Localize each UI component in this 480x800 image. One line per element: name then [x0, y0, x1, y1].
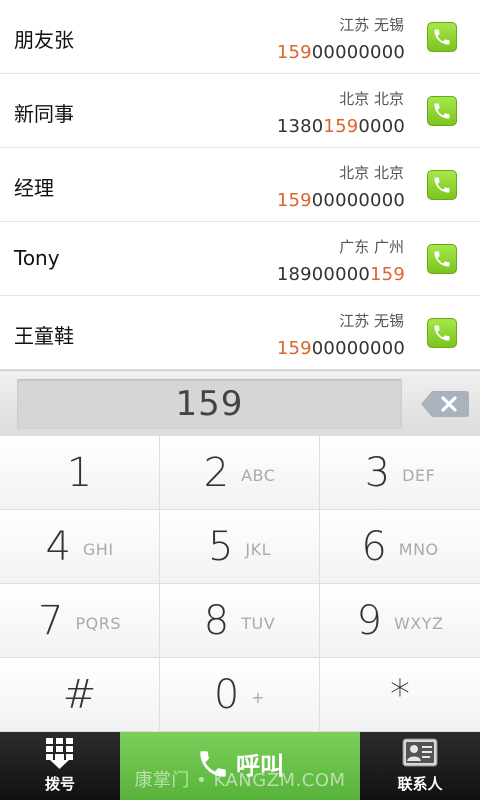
dialpad-icon [46, 738, 73, 769]
contact-location: 江苏 无锡 [339, 312, 404, 330]
tab-contacts-label: 联系人 [397, 775, 443, 793]
dial-number-field[interactable]: 159 [17, 379, 402, 429]
phone-icon [200, 750, 226, 777]
call-contact-button[interactable] [427, 318, 457, 348]
key-star[interactable]: * [320, 658, 480, 732]
key-hash[interactable]: # [0, 658, 160, 732]
key-digit: 8 [203, 597, 230, 644]
contact-number: 15900000000 [276, 42, 405, 63]
key-2[interactable]: 2 ABC [160, 436, 320, 510]
contact-row[interactable]: 新同事 北京 北京 13801590000 [0, 74, 480, 148]
tab-contacts[interactable]: 联系人 [360, 732, 480, 800]
bottom-action-bar: 拨号 呼叫 联系人 [0, 732, 480, 800]
call-button-label: 呼叫 [236, 752, 284, 780]
phone-icon [434, 29, 450, 45]
contact-row[interactable]: Tony 广东 广州 18900000159 [0, 222, 480, 296]
phone-icon [434, 177, 450, 193]
key-digit: 3 [364, 449, 391, 496]
key-digit: 7 [38, 597, 64, 644]
key-5[interactable]: 5 JKL [160, 510, 320, 584]
key-digit: 6 [361, 523, 387, 570]
contact-row[interactable]: 经理 北京 北京 15900000000 [0, 148, 480, 222]
key-letters: WXYZ [393, 614, 444, 633]
key-digit: 9 [356, 597, 382, 644]
key-digit: 1 [66, 449, 93, 496]
call-contact-button[interactable] [427, 170, 457, 200]
key-digit: 5 [207, 523, 234, 570]
backspace-button[interactable] [420, 389, 470, 419]
key-letters: ABC [241, 466, 276, 485]
phone-icon [434, 103, 450, 119]
contact-location: 北京 北京 [339, 164, 404, 182]
key-digit: 2 [203, 449, 230, 496]
call-contact-button[interactable] [427, 96, 457, 126]
call-button[interactable]: 呼叫 [120, 732, 360, 800]
key-digit: * [390, 671, 410, 718]
key-4[interactable]: 4 GHI [0, 510, 160, 584]
contact-location: 北京 北京 [339, 90, 404, 108]
key-digit: # [62, 671, 97, 718]
backspace-icon [421, 391, 469, 417]
contact-row[interactable]: 王童鞋 江苏 无锡 15900000000 [0, 296, 480, 370]
key-letters: + [251, 688, 266, 707]
contact-name: 新同事 [14, 102, 74, 126]
key-9[interactable]: 9 WXYZ [320, 584, 480, 658]
key-letters: TUV [241, 614, 276, 633]
key-8[interactable]: 8 TUV [160, 584, 320, 658]
dial-input-bar: 159 [0, 370, 480, 437]
contact-location: 江苏 无锡 [339, 16, 404, 34]
contact-number: 15900000000 [276, 338, 405, 359]
key-digit: 0 [213, 671, 240, 718]
contact-location: 广东 广州 [339, 238, 404, 256]
key-letters: MNO [398, 540, 439, 559]
dial-keypad: 1 2 ABC 3 DEF 4 GHI 5 JKL 6 MNO 7 PQRS 8 TUV 9W… [0, 436, 480, 732]
phone-icon [434, 325, 450, 341]
contact-number: 13801590000 [276, 116, 405, 137]
key-0[interactable]: 0 + [160, 658, 320, 732]
contact-number: 15900000000 [276, 190, 405, 211]
tab-dialpad-label: 拨号 [44, 775, 75, 793]
key-7[interactable]: 7 PQRS [0, 584, 160, 658]
key-1[interactable]: 1 [0, 436, 160, 510]
key-letters: PQRS [75, 614, 121, 633]
key-digit: 4 [45, 523, 71, 570]
key-6[interactable]: 6 MNO [320, 510, 480, 584]
call-contact-button[interactable] [427, 244, 457, 274]
phone-icon [434, 251, 450, 267]
contact-row[interactable]: 朋友张 江苏 无锡 15900000000 [0, 0, 480, 74]
contact-name: 朋友张 [14, 28, 74, 52]
key-letters: JKL [245, 540, 272, 559]
call-contact-button[interactable] [427, 22, 457, 52]
contact-number: 18900000159 [276, 264, 405, 285]
key-letters: GHI [82, 540, 114, 559]
contact-card-icon [402, 738, 438, 767]
contact-name: 经理 [14, 176, 54, 200]
tab-dialpad[interactable]: 拨号 [0, 732, 120, 800]
contact-results-list: 朋友张 江苏 无锡 15900000000 新同事 北京 北京 13801590… [0, 0, 480, 370]
key-3[interactable]: 3 DEF [320, 436, 480, 510]
contact-name: 王童鞋 [14, 324, 74, 348]
contact-name: Tony [14, 246, 60, 270]
key-letters: DEF [402, 466, 436, 485]
